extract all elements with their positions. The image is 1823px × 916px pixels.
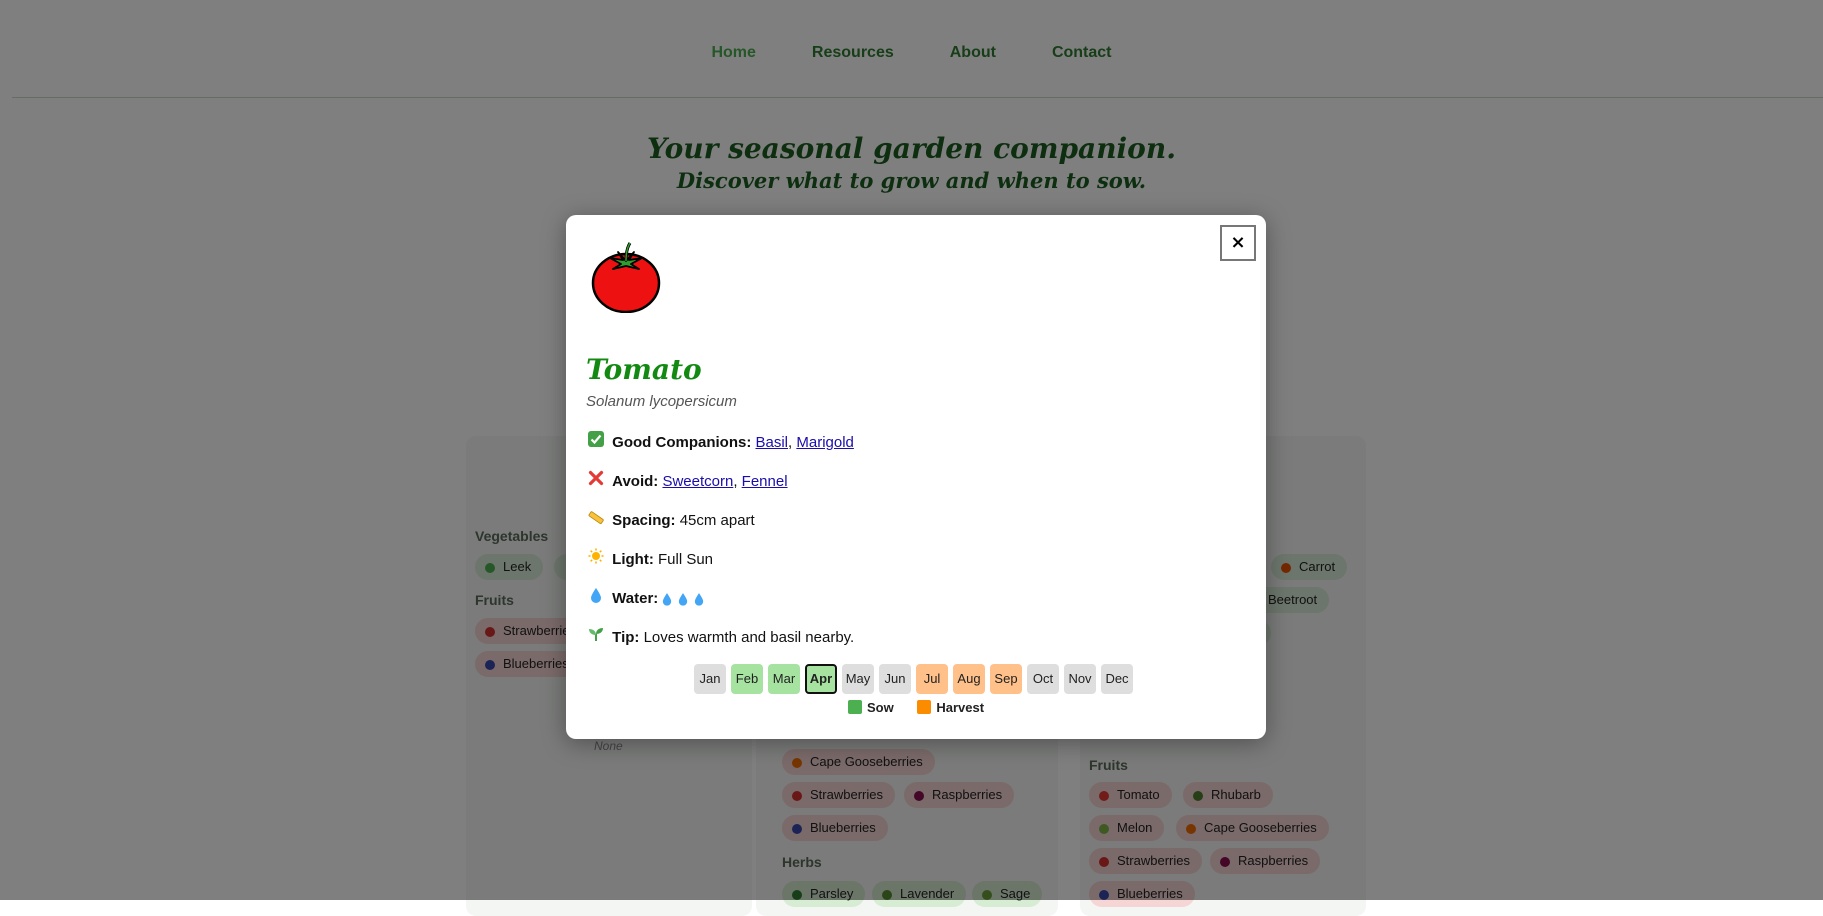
- spacing-value: 45cm apart: [679, 512, 755, 529]
- legend-sow-label: Sow: [866, 700, 894, 715]
- growing-calendar: Jan Feb Mar Apr May Jun Jul Aug Sep Oct Nov Dec: [694, 664, 1133, 694]
- legend-harvest: Harvest: [917, 700, 984, 715]
- sun-icon: [586, 548, 606, 568]
- plant-detail-modal: × Tomato Solanum lycopersicum Good Compa…: [566, 215, 1266, 739]
- water-label: Water:: [612, 590, 659, 607]
- companion-link-marigold[interactable]: Marigold: [796, 434, 854, 451]
- spacing-label: Spacing:: [612, 512, 676, 529]
- water-row: Water:: [586, 587, 710, 607]
- light-row: Light: Full Sun: [586, 548, 713, 568]
- calendar-legend: Sow Harvest: [566, 700, 1266, 715]
- tip-label: Tip:: [612, 629, 640, 646]
- water-drop-icon: [695, 593, 704, 606]
- month-cell-jun: Jun: [879, 664, 911, 694]
- companion-link-basil[interactable]: Basil: [756, 434, 789, 451]
- month-cell-nov: Nov: [1064, 664, 1096, 694]
- month-cell-dec: Dec: [1101, 664, 1133, 694]
- water-level-indicator: [662, 590, 710, 607]
- tip-row: Tip: Loves warmth and basil nearby.: [586, 626, 854, 646]
- water-drop-icon: [586, 587, 606, 607]
- water-drop-icon: [663, 593, 672, 606]
- avoid-label: Avoid:: [612, 473, 659, 490]
- harvest-swatch-icon: [917, 700, 932, 714]
- companions-label: Good Companions:: [612, 434, 752, 451]
- light-value: Full Sun: [658, 551, 714, 568]
- check-mark-icon: [586, 431, 606, 451]
- spacing-row: Spacing: 45cm apart: [586, 509, 755, 529]
- companions-row: Good Companions: Basil, Marigold: [586, 431, 854, 451]
- avoid-link-fennel[interactable]: Fennel: [742, 473, 788, 490]
- month-cell-may: May: [842, 664, 874, 694]
- cross-mark-icon: [586, 470, 606, 490]
- month-cell-feb: Feb: [731, 664, 763, 694]
- water-drop-icon: [679, 593, 688, 606]
- tip-value: Loves warmth and basil nearby.: [643, 629, 855, 646]
- sow-swatch-icon: [847, 700, 862, 714]
- month-cell-jul: Jul: [916, 664, 948, 694]
- avoid-link-sweetcorn[interactable]: Sweetcorn: [662, 473, 733, 490]
- seedling-icon: [586, 626, 606, 646]
- ruler-icon: [586, 509, 606, 529]
- legend-sow: Sow: [847, 700, 894, 715]
- month-cell-sep: Sep: [990, 664, 1022, 694]
- plant-title: Tomato: [586, 353, 702, 386]
- close-button[interactable]: ×: [1220, 225, 1256, 261]
- month-cell-jan: Jan: [694, 664, 726, 694]
- light-label: Light:: [612, 551, 654, 568]
- scientific-name: Solanum lycopersicum: [586, 393, 737, 410]
- month-cell-oct: Oct: [1027, 664, 1059, 694]
- avoid-row: Avoid: Sweetcorn, Fennel: [586, 470, 788, 490]
- month-cell-apr: Apr: [805, 664, 837, 694]
- month-cell-aug: Aug: [953, 664, 985, 694]
- legend-harvest-label: Harvest: [936, 700, 985, 715]
- month-cell-mar: Mar: [768, 664, 800, 694]
- tomato-icon: [591, 242, 661, 313]
